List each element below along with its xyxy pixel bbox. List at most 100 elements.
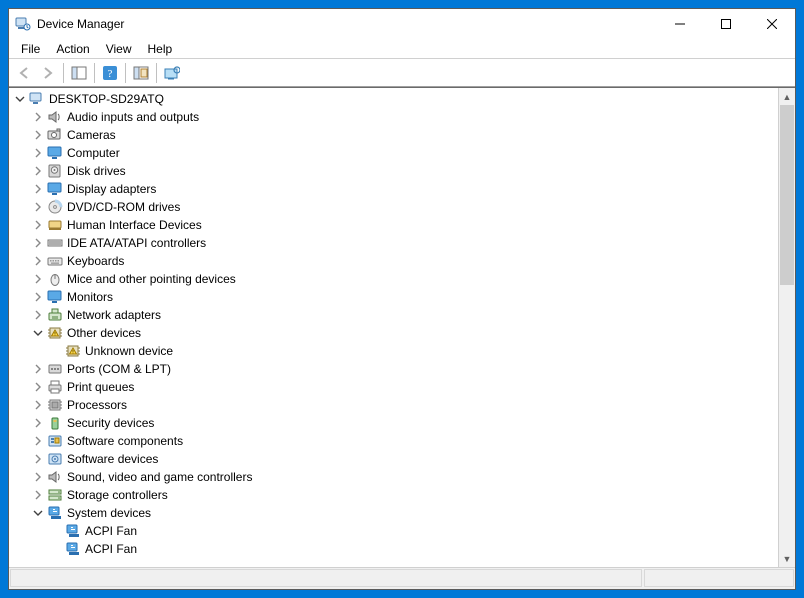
tree-node-label: DVD/CD-ROM drives bbox=[67, 198, 188, 216]
tree-device-unknown[interactable]: Unknown device bbox=[9, 342, 778, 360]
scan-hardware-button[interactable] bbox=[130, 62, 152, 84]
chevron-down-icon[interactable] bbox=[13, 92, 27, 106]
tree-node-label: DESKTOP-SD29ATQ bbox=[49, 90, 172, 108]
menu-help[interactable]: Help bbox=[140, 40, 181, 58]
tree-category-other[interactable]: Other devices bbox=[9, 324, 778, 342]
toolbar-separator bbox=[156, 63, 157, 83]
tree-category-swcomp[interactable]: Software components bbox=[9, 432, 778, 450]
scroll-up-icon[interactable]: ▲ bbox=[779, 88, 795, 105]
mouse-icon bbox=[47, 271, 63, 287]
tree-node-label: Disk drives bbox=[67, 162, 134, 180]
port-icon bbox=[47, 361, 63, 377]
chevron-down-icon[interactable] bbox=[31, 326, 45, 340]
chevron-right-icon[interactable] bbox=[31, 200, 45, 214]
tree-category-cameras[interactable]: Cameras bbox=[9, 126, 778, 144]
tree-category-dvd[interactable]: DVD/CD-ROM drives bbox=[9, 198, 778, 216]
computer-root-icon bbox=[29, 91, 45, 107]
scan-for-changes-button[interactable] bbox=[161, 62, 183, 84]
toolbar: ? bbox=[9, 59, 795, 87]
tree-category-security[interactable]: Security devices bbox=[9, 414, 778, 432]
content-area: DESKTOP-SD29ATQAudio inputs and outputsC… bbox=[9, 87, 795, 567]
scroll-down-icon[interactable]: ▼ bbox=[779, 550, 795, 567]
chevron-right-icon[interactable] bbox=[31, 218, 45, 232]
minimize-button[interactable] bbox=[657, 9, 703, 39]
menu-view[interactable]: View bbox=[98, 40, 140, 58]
hid-icon bbox=[47, 217, 63, 233]
device-tree[interactable]: DESKTOP-SD29ATQAudio inputs and outputsC… bbox=[9, 88, 778, 567]
tree-node-label: Network adapters bbox=[67, 306, 169, 324]
chevron-right-icon[interactable] bbox=[31, 146, 45, 160]
tree-node-label: Audio inputs and outputs bbox=[67, 108, 207, 126]
close-button[interactable] bbox=[749, 9, 795, 39]
expander-empty bbox=[49, 542, 63, 556]
chevron-right-icon[interactable] bbox=[31, 110, 45, 124]
tree-category-swdev[interactable]: Software devices bbox=[9, 450, 778, 468]
chevron-right-icon[interactable] bbox=[31, 290, 45, 304]
help-button[interactable]: ? bbox=[99, 62, 121, 84]
chevron-right-icon[interactable] bbox=[31, 398, 45, 412]
chevron-right-icon[interactable] bbox=[31, 416, 45, 430]
tree-node-label: Monitors bbox=[67, 288, 121, 306]
monitor-icon bbox=[47, 181, 63, 197]
scroll-thumb[interactable] bbox=[780, 105, 794, 285]
tree-node-label: Storage controllers bbox=[67, 486, 176, 504]
tree-category-processors[interactable]: Processors bbox=[9, 396, 778, 414]
chevron-right-icon[interactable] bbox=[31, 182, 45, 196]
swdev-icon bbox=[47, 451, 63, 467]
tree-category-ide[interactable]: IDE ATA/ATAPI controllers bbox=[9, 234, 778, 252]
chevron-right-icon[interactable] bbox=[31, 434, 45, 448]
maximize-button[interactable] bbox=[703, 9, 749, 39]
swcomp-icon bbox=[47, 433, 63, 449]
chevron-right-icon[interactable] bbox=[31, 470, 45, 484]
tree-category-hid[interactable]: Human Interface Devices bbox=[9, 216, 778, 234]
tree-category-audio[interactable]: Audio inputs and outputs bbox=[9, 108, 778, 126]
window-title: Device Manager bbox=[37, 17, 657, 31]
svg-text:?: ? bbox=[108, 68, 113, 80]
tree-category-ports[interactable]: Ports (COM & LPT) bbox=[9, 360, 778, 378]
tree-node-label: Print queues bbox=[67, 378, 142, 396]
monitor-icon bbox=[47, 289, 63, 305]
titlebar[interactable]: Device Manager bbox=[9, 9, 795, 39]
app-icon bbox=[15, 16, 31, 32]
chevron-right-icon[interactable] bbox=[31, 254, 45, 268]
keyboard-icon bbox=[47, 253, 63, 269]
chevron-right-icon[interactable] bbox=[31, 164, 45, 178]
tree-category-monitors[interactable]: Monitors bbox=[9, 288, 778, 306]
statusbar bbox=[9, 567, 795, 589]
tree-category-display[interactable]: Display adapters bbox=[9, 180, 778, 198]
tree-category-print[interactable]: Print queues bbox=[9, 378, 778, 396]
tree-root[interactable]: DESKTOP-SD29ATQ bbox=[9, 90, 778, 108]
tree-category-mice[interactable]: Mice and other pointing devices bbox=[9, 270, 778, 288]
chip-warn-icon bbox=[65, 343, 81, 359]
tree-category-storage[interactable]: Storage controllers bbox=[9, 486, 778, 504]
chevron-right-icon[interactable] bbox=[31, 308, 45, 322]
tree-device-acpifan2[interactable]: ACPI Fan bbox=[9, 540, 778, 558]
tree-category-system[interactable]: System devices bbox=[9, 504, 778, 522]
tree-category-sound[interactable]: Sound, video and game controllers bbox=[9, 468, 778, 486]
chevron-down-icon[interactable] bbox=[31, 506, 45, 520]
vertical-scrollbar[interactable]: ▲ ▼ bbox=[778, 88, 795, 567]
chevron-right-icon[interactable] bbox=[31, 452, 45, 466]
tree-device-acpifan1[interactable]: ACPI Fan bbox=[9, 522, 778, 540]
tree-category-disk[interactable]: Disk drives bbox=[9, 162, 778, 180]
chevron-right-icon[interactable] bbox=[31, 488, 45, 502]
chevron-right-icon[interactable] bbox=[31, 362, 45, 376]
back-button[interactable] bbox=[13, 62, 35, 84]
tree-category-network[interactable]: Network adapters bbox=[9, 306, 778, 324]
tree-category-keyboards[interactable]: Keyboards bbox=[9, 252, 778, 270]
forward-button[interactable] bbox=[37, 62, 59, 84]
chevron-right-icon[interactable] bbox=[31, 272, 45, 286]
menu-action[interactable]: Action bbox=[48, 40, 97, 58]
chevron-right-icon[interactable] bbox=[31, 380, 45, 394]
chevron-right-icon[interactable] bbox=[31, 236, 45, 250]
menu-file[interactable]: File bbox=[13, 40, 48, 58]
menubar: File Action View Help bbox=[9, 39, 795, 59]
system-icon bbox=[65, 523, 81, 539]
tree-category-computer[interactable]: Computer bbox=[9, 144, 778, 162]
tree-node-label: Other devices bbox=[67, 324, 149, 342]
chip-warn-icon bbox=[47, 325, 63, 341]
camera-icon bbox=[47, 127, 63, 143]
storage-icon bbox=[47, 487, 63, 503]
show-hide-tree-button[interactable] bbox=[68, 62, 90, 84]
chevron-right-icon[interactable] bbox=[31, 128, 45, 142]
